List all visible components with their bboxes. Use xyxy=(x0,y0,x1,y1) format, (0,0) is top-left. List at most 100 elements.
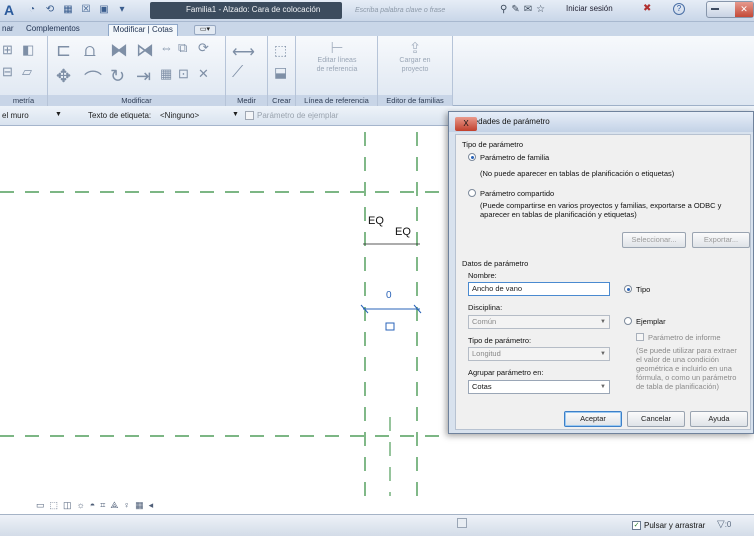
view-control-bar: ▭ ⬚ ◫ ☼ ◓ ⌗ ⟁ ♀ ▦ ◂ xyxy=(0,496,754,514)
shared-param-radio[interactable] xyxy=(468,189,476,197)
filter-icon[interactable]: ▽:0 xyxy=(717,519,731,530)
visual-style-icon[interactable]: ◫ xyxy=(63,500,72,511)
detail-level-icon[interactable]: ⬚ xyxy=(50,500,59,511)
name-label: Nombre: xyxy=(468,271,497,280)
tab-gestionar[interactable]: nar xyxy=(2,24,14,33)
trim-icon[interactable]: ⌒ xyxy=(84,66,102,92)
split-face-icon[interactable]: ⊟ xyxy=(2,64,13,80)
crop-icon[interactable]: ⌗ xyxy=(100,500,105,511)
family-param-radio[interactable] xyxy=(468,153,476,161)
label-text-select[interactable]: <Ninguno> xyxy=(160,111,199,120)
instance-radio-label: Ejemplar xyxy=(636,317,666,326)
mirror-draw-icon[interactable]: ⧒ xyxy=(136,40,154,61)
panel-medir: ⟷ ⟋ Medir xyxy=(226,36,268,106)
analytical-icon[interactable]: ▦ xyxy=(135,500,144,511)
ribbon-body: ⊞ ◧ ⊟ ▱ metría ⊏ ⩍ ⧓ ⧒ ⇔ ⧉ ⟳ ✥ ⌒ ↻ ⇥ ▦ ⊡… xyxy=(0,36,754,106)
load-into-project-button[interactable]: ⇪ Cargar en proyecto xyxy=(384,41,446,74)
workset-icon[interactable] xyxy=(457,518,467,528)
parameter-properties-dialog: Propiedades de parámetro X Tipo de parám… xyxy=(448,111,754,434)
edit-lines-label-2: de referencia xyxy=(316,66,358,73)
tab-modificar-cotas[interactable]: Modificar | Cotas xyxy=(108,24,178,36)
export-button[interactable]: Exportar... xyxy=(692,232,750,248)
help-icon[interactable]: ? xyxy=(673,3,685,15)
search-input[interactable]: Escriba palabra clave o frase xyxy=(345,4,470,17)
edit-lines-label-1: Editar líneas xyxy=(317,57,357,64)
tab-complementos[interactable]: Complementos xyxy=(26,24,80,33)
scale-icon[interactable]: ▭ xyxy=(36,500,45,511)
sun-path-icon[interactable]: ☼ xyxy=(77,500,85,511)
create-group-icon[interactable]: ⬚ xyxy=(274,42,287,59)
paint-icon[interactable]: ▱ xyxy=(22,64,32,80)
mirror-axis-icon[interactable]: ⧓ xyxy=(110,40,128,61)
cancel-button[interactable]: Cancelar xyxy=(627,411,685,427)
offset-icon[interactable]: ⩍ xyxy=(84,40,96,61)
filter-count: :0 xyxy=(724,520,732,529)
window-icon[interactable]: ▣ xyxy=(98,4,110,16)
rotate-big-icon[interactable]: ↻ xyxy=(110,66,125,87)
param-type-select[interactable]: Longitud ▼ xyxy=(468,347,610,361)
group-select[interactable]: Cotas ▼ xyxy=(468,380,610,394)
star-icon[interactable]: ☆ xyxy=(536,4,545,15)
ok-button[interactable]: Aceptar xyxy=(564,411,622,427)
delete-icon[interactable]: ✕ xyxy=(198,66,209,82)
qat-dropdown-icon[interactable]: ▾ xyxy=(116,4,128,16)
subscription-icon[interactable]: ✎ xyxy=(511,4,519,15)
signin-link[interactable]: Iniciar sesión xyxy=(566,4,613,13)
placement-dropdown-icon[interactable]: ▼ xyxy=(55,111,62,118)
join-icon[interactable]: ⊞ xyxy=(2,42,13,58)
eq-label-right[interactable]: EQ xyxy=(395,226,411,238)
report-param-checkbox[interactable] xyxy=(636,333,644,341)
dialog-close-button[interactable]: X xyxy=(455,117,477,131)
select-button[interactable]: Seleccionar... xyxy=(622,232,686,248)
scroll-left-icon[interactable]: ◂ xyxy=(149,500,154,511)
cut-icon[interactable]: ◧ xyxy=(22,42,34,58)
panel-label-medir: Medir xyxy=(226,95,267,106)
name-input[interactable]: Ancho de vano xyxy=(468,282,610,296)
move-icon[interactable]: ⇔ xyxy=(160,40,173,55)
quick-access-toolbar: ◔ ⟲ ▦ ☒ ▣ ▾ xyxy=(26,4,128,16)
edit-reference-lines-button[interactable]: ⊢ Editar líneas de referencia xyxy=(306,41,368,74)
shadows-icon[interactable]: ◓ xyxy=(90,500,95,511)
dimension-icon[interactable]: ⟋ xyxy=(232,64,243,82)
undo-icon[interactable]: ⟲ xyxy=(44,4,56,16)
report-note-2: el valor de una condición xyxy=(636,355,719,364)
binoculars-icon[interactable]: ⚲ xyxy=(500,4,507,15)
close-hidden-icon[interactable]: ☒ xyxy=(80,4,92,16)
tab-options-dropdown[interactable]: ▭▾ xyxy=(194,25,216,35)
exchange-icon[interactable]: ✖ xyxy=(643,3,651,14)
align-icon[interactable]: ⊏ xyxy=(56,40,71,61)
scale-icon[interactable]: ⊡ xyxy=(178,66,189,82)
report-note-5: de tabla de planificación) xyxy=(636,382,719,391)
instance-radio[interactable] xyxy=(624,317,632,325)
hide-isolate-icon[interactable]: ⟁ xyxy=(110,500,118,511)
eq-label-left[interactable]: EQ xyxy=(368,215,384,227)
infocenter-icons: ⚲ ✎ ✉ ☆ xyxy=(500,4,545,15)
label-dropdown-icon[interactable]: ▼ xyxy=(232,111,239,118)
close-window-button[interactable]: ✕ xyxy=(735,2,753,17)
panel-label-editor-familias: Editor de familias xyxy=(378,95,452,106)
param-data-group-label: Datos de parámetro xyxy=(462,259,529,268)
measure-icon[interactable]: ⟷ xyxy=(232,42,255,62)
copy-icon[interactable]: ⧉ xyxy=(178,40,187,56)
split-icon[interactable]: ⇥ xyxy=(136,66,151,87)
reveal-hidden-icon[interactable]: ♀ xyxy=(123,500,130,511)
rotate-icon[interactable]: ⟳ xyxy=(198,40,209,56)
array-icon[interactable]: ▦ xyxy=(160,66,172,82)
type-radio-label: Tipo xyxy=(636,285,651,294)
app-menu-button[interactable]: A xyxy=(4,2,14,18)
help-button[interactable]: Ayuda xyxy=(690,411,748,427)
dimension-value[interactable]: 0 xyxy=(386,290,392,301)
create-similar-icon[interactable]: ⬓ xyxy=(274,64,287,81)
minimize-button[interactable] xyxy=(711,8,719,10)
communication-icon[interactable]: ✉ xyxy=(524,4,532,15)
press-drag-checkbox[interactable]: ✓ xyxy=(632,521,641,530)
type-radio[interactable] xyxy=(624,285,632,293)
instance-param-checkbox[interactable] xyxy=(245,111,254,120)
status-bar: ✓ Pulsar y arrastrar ▽:0 xyxy=(0,514,754,536)
discipline-select[interactable]: Común ▼ xyxy=(468,315,610,329)
move-group-icon[interactable]: ✥ xyxy=(56,66,71,87)
open-icon[interactable]: ◔ xyxy=(26,4,38,16)
panel-geometria: ⊞ ◧ ⊟ ▱ metría xyxy=(0,36,48,106)
placement-select[interactable]: el muro xyxy=(2,111,29,120)
view-icon[interactable]: ▦ xyxy=(62,4,74,16)
